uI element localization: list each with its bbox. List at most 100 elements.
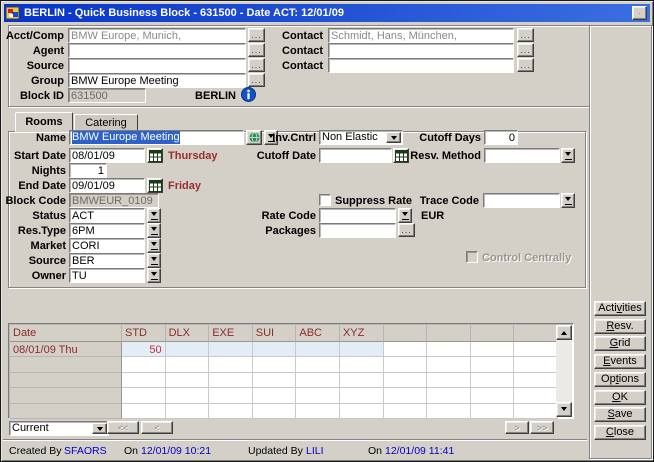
resv-method-select[interactable] — [484, 148, 560, 163]
grid-cell[interactable] — [384, 357, 428, 372]
grid-cell[interactable] — [427, 388, 471, 403]
grid-cell[interactable] — [209, 357, 253, 372]
owner-lov-button[interactable] — [147, 268, 161, 283]
grid-cell[interactable] — [253, 404, 297, 419]
grid-cell[interactable] — [514, 342, 558, 357]
grid-cell[interactable] — [471, 357, 515, 372]
grid-cell[interactable] — [427, 342, 471, 357]
grid-cell[interactable] — [471, 388, 515, 403]
close-window-button[interactable] — [632, 6, 647, 20]
grid-cell[interactable] — [122, 373, 166, 388]
res-type-lov-button[interactable] — [147, 223, 161, 238]
start-date-input[interactable] — [69, 148, 145, 163]
grid-cell[interactable] — [514, 357, 558, 372]
grid-scroll-up-button[interactable] — [556, 325, 572, 340]
grid-cell[interactable] — [296, 342, 340, 357]
grid-cell[interactable] — [384, 388, 428, 403]
grid-cell[interactable] — [514, 373, 558, 388]
grid-cell[interactable] — [166, 373, 210, 388]
grid-cell[interactable] — [209, 388, 253, 403]
grid-cell[interactable] — [471, 373, 515, 388]
market-select[interactable] — [69, 238, 145, 253]
ok-button[interactable]: OK — [594, 390, 646, 405]
contact-field-1[interactable] — [328, 28, 514, 43]
source-field[interactable] — [68, 58, 246, 73]
events-button[interactable]: Events — [594, 354, 646, 369]
group-field[interactable] — [68, 73, 246, 88]
market-lov-button[interactable] — [147, 238, 161, 253]
contact-ellipsis-button-3[interactable]: ... — [517, 58, 534, 72]
grid-cell[interactable] — [384, 342, 428, 357]
trace-code-lov-button[interactable] — [561, 193, 575, 208]
contact-ellipsis-button-2[interactable]: ... — [517, 43, 534, 57]
grid-cell[interactable] — [122, 357, 166, 372]
grid-cell[interactable] — [166, 404, 210, 419]
packages-ellipsis-button[interactable]: ... — [398, 223, 415, 237]
grid-scroll-down-button[interactable] — [556, 402, 572, 417]
resv-method-lov-button[interactable] — [561, 148, 575, 163]
grid-cell[interactable] — [471, 404, 515, 419]
grid-scroll-track[interactable] — [556, 340, 572, 402]
grid-cell[interactable] — [253, 388, 297, 403]
rate-code-select[interactable] — [319, 208, 396, 223]
view-select[interactable]: Current — [9, 421, 109, 436]
trace-code-select[interactable] — [483, 193, 560, 208]
grid-cell[interactable] — [427, 404, 471, 419]
grid-cell[interactable] — [296, 373, 340, 388]
res-type-select[interactable] — [69, 223, 145, 238]
agent-field[interactable] — [68, 43, 246, 58]
start-date-calendar-button[interactable] — [147, 148, 163, 163]
grid-cell[interactable] — [340, 357, 384, 372]
grid-cell[interactable] — [253, 357, 297, 372]
grid-cell[interactable] — [296, 357, 340, 372]
source-select[interactable] — [69, 253, 145, 268]
options-button[interactable]: Options — [594, 372, 646, 387]
grid-cell[interactable]: 50 — [122, 342, 166, 357]
grid-cell[interactable] — [340, 404, 384, 419]
grid-cell[interactable] — [166, 342, 210, 357]
resv-button[interactable]: Resv. — [594, 319, 646, 334]
rate-code-lov-button[interactable] — [398, 208, 412, 223]
name-input[interactable]: BMW Europe Meeting — [69, 130, 244, 145]
end-date-input[interactable] — [69, 178, 145, 193]
close-button[interactable]: Close — [594, 425, 646, 440]
grid-cell[interactable] — [427, 357, 471, 372]
nights-input[interactable] — [69, 163, 107, 178]
grid-cell[interactable] — [384, 404, 428, 419]
grid-cell[interactable] — [296, 388, 340, 403]
cutoff-date-input[interactable] — [319, 148, 392, 163]
grid-cell[interactable] — [514, 388, 558, 403]
grid-cell[interactable] — [209, 373, 253, 388]
grid-cell[interactable] — [427, 373, 471, 388]
contact-field-3[interactable] — [328, 58, 514, 73]
acctcomp-field[interactable] — [68, 28, 246, 43]
contact-ellipsis-button-1[interactable]: ... — [517, 28, 534, 42]
grid-cell[interactable] — [340, 373, 384, 388]
grid-cell[interactable] — [384, 373, 428, 388]
inv-cntrl-dropdown-icon[interactable] — [386, 132, 401, 143]
grid-cell[interactable] — [166, 388, 210, 403]
end-date-calendar-button[interactable] — [147, 178, 163, 193]
contact-field-2[interactable] — [328, 43, 514, 58]
title-bar[interactable]: BERLIN - Quick Business Block - 631500 -… — [4, 4, 650, 22]
info-icon[interactable] — [241, 87, 256, 102]
view-dropdown-icon[interactable] — [92, 423, 107, 434]
tab-catering[interactable]: Catering — [74, 114, 138, 131]
grid-cell[interactable] — [209, 404, 253, 419]
inv-cntrl-select[interactable]: Non Elastic — [319, 130, 403, 145]
activities-button[interactable]: Activities — [594, 301, 646, 316]
status-select[interactable] — [69, 208, 145, 223]
grid-cell[interactable] — [209, 342, 253, 357]
grid-cell[interactable] — [296, 404, 340, 419]
tab-rooms[interactable]: Rooms — [15, 112, 73, 132]
suppress-rate-checkbox[interactable] — [319, 194, 331, 206]
save-button[interactable]: Save — [594, 407, 646, 422]
grid-cell[interactable] — [122, 388, 166, 403]
grid-cell[interactable] — [253, 373, 297, 388]
source-lov-button[interactable] — [147, 253, 161, 268]
cutoff-days-input[interactable] — [484, 130, 518, 145]
packages-field[interactable] — [319, 223, 396, 238]
grid-cell[interactable] — [340, 342, 384, 357]
status-lov-button[interactable] — [147, 208, 161, 223]
group-ellipsis-button[interactable]: ... — [248, 73, 265, 87]
